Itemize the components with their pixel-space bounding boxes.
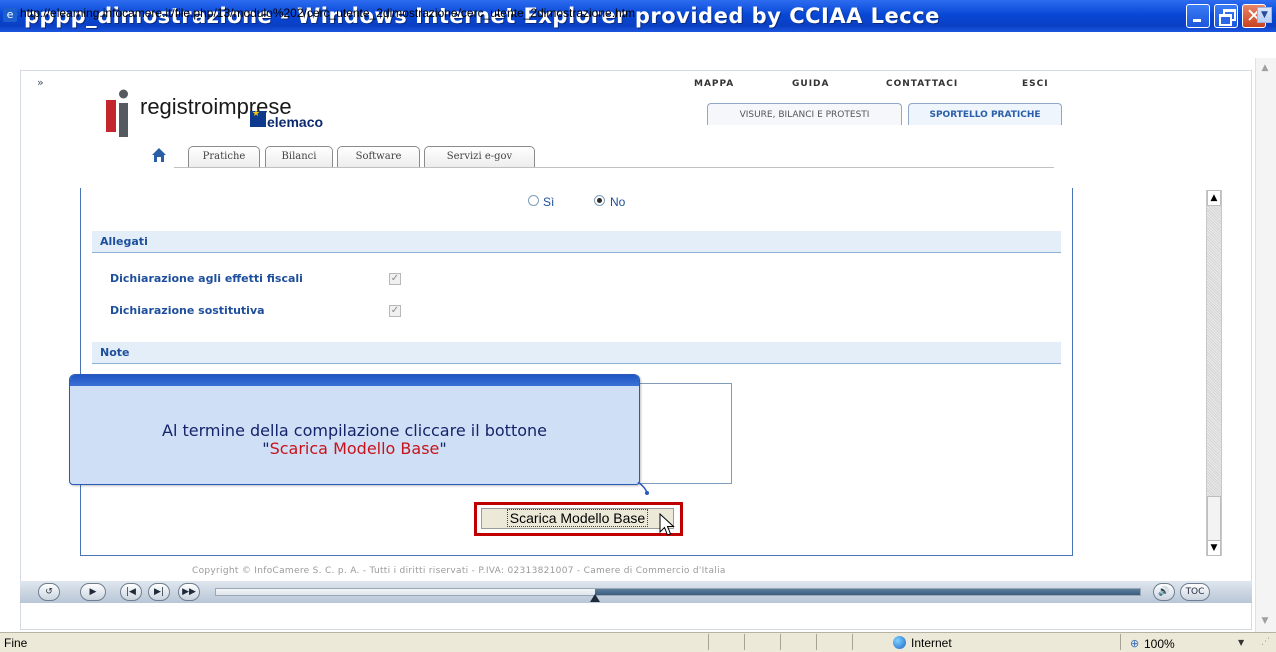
radio-no-label: No <box>610 195 626 209</box>
zoom-dropdown-icon[interactable]: ▼ <box>1238 638 1244 647</box>
security-zone-text: Internet <box>911 636 952 650</box>
callout-header-bar <box>70 375 639 386</box>
browser-scroll-down-button[interactable]: ▼ <box>1256 613 1274 629</box>
section-bar-allegati <box>92 231 1061 253</box>
zoom-level[interactable]: 100% <box>1144 637 1175 651</box>
nav-divider <box>174 167 1054 168</box>
nav-tab-software[interactable]: Software <box>337 146 420 168</box>
progress-played <box>216 589 595 595</box>
browser-scrollbar[interactable] <box>1255 58 1276 632</box>
slide-scroll-up-button[interactable]: ▲ <box>1207 190 1221 206</box>
label-dichiarazione-sostitutiva: Dichiarazione sostitutiva <box>110 304 265 317</box>
address-dropdown-button[interactable]: ▼ <box>1257 7 1272 23</box>
status-bar <box>0 632 1276 652</box>
status-divider <box>852 634 853 650</box>
previous-slide-button[interactable]: |◀ <box>120 583 142 601</box>
maximize-button[interactable] <box>1214 4 1238 28</box>
page-icon: e <box>3 8 17 22</box>
resize-grip-icon[interactable]: ⋰ <box>1261 637 1270 647</box>
label-dichiarazione-fiscali: Dichiarazione agli effetti fiscali <box>110 272 303 285</box>
telemaco-logo-icon: ★ <box>250 109 266 127</box>
slide-scroll-down-button[interactable]: ▼ <box>1207 540 1221 556</box>
toc-button[interactable]: TOC <box>1180 583 1210 601</box>
link-mappa[interactable]: MAPPA <box>694 79 734 89</box>
nav-tab-pratiche[interactable]: Pratiche <box>188 146 260 168</box>
checkbox-dichiarazione-sostitutiva[interactable]: ✓ <box>389 305 401 317</box>
radio-si[interactable] <box>528 195 539 206</box>
progress-remaining <box>595 589 1140 595</box>
play-button[interactable]: ▶ <box>80 583 106 601</box>
section-title-allegati: Allegati <box>100 235 148 248</box>
status-divider <box>744 634 745 650</box>
link-contattaci[interactable]: CONTATTACI <box>886 79 958 89</box>
callout-text-line2: "Scarica Modello Base" <box>262 439 447 458</box>
tab-sportello-pratiche[interactable]: SPORTELLO PRATICHE <box>908 103 1062 125</box>
replay-button[interactable]: ↺ <box>38 583 60 601</box>
audio-button[interactable]: 🔊 <box>1153 583 1175 601</box>
registroimprese-logo-icon <box>106 89 128 137</box>
tab-visure[interactable]: VISURE, BILANCI E PROTESTI <box>707 103 902 125</box>
link-esci[interactable]: ESCI <box>1022 79 1049 89</box>
address-bar[interactable] <box>0 32 1276 59</box>
callout-text: Al termine della compilazione cliccare i… <box>162 421 547 440</box>
internet-zone-icon <box>893 636 906 649</box>
forward-button[interactable]: ▶▶ <box>178 583 200 601</box>
sidebar-expand-button[interactable]: » <box>37 76 44 89</box>
status-text: Fine <box>4 636 28 650</box>
mouse-pointer-icon <box>659 513 675 536</box>
link-guida[interactable]: GUIDA <box>792 79 829 89</box>
address-url[interactable]: http://elearning.infocamere.it/file.php/… <box>20 6 635 20</box>
section-title-note: Note <box>100 346 130 359</box>
minimize-button[interactable] <box>1186 4 1210 28</box>
nav-tab-bilanci[interactable]: Bilanci <box>265 146 333 168</box>
slide-scroll-thumb[interactable] <box>1207 496 1221 541</box>
telemaco-logo-text: elemaco <box>267 114 324 130</box>
copyright-text: Copyright © InfoCamere S. C. p. A. - Tut… <box>192 566 726 576</box>
browser-scroll-up-button[interactable]: ▲ <box>1256 60 1274 76</box>
progress-marker-icon[interactable] <box>590 594 600 602</box>
status-divider <box>816 634 817 650</box>
status-divider <box>780 634 781 650</box>
checkbox-dichiarazione-fiscali[interactable]: ✓ <box>389 273 401 285</box>
radio-no[interactable] <box>594 195 605 206</box>
callout-pointer-icon <box>637 482 649 495</box>
next-slide-button[interactable]: ▶| <box>148 583 170 601</box>
callout-highlight: Scarica Modello Base <box>269 439 440 458</box>
home-icon[interactable] <box>151 147 167 163</box>
status-divider <box>1120 634 1121 650</box>
scarica-modello-base-button[interactable]: Scarica Modello Base <box>481 508 674 529</box>
section-bar-note <box>92 342 1061 364</box>
status-divider <box>708 634 709 650</box>
radio-si-label: Sì <box>543 195 555 209</box>
zoom-icon[interactable]: ⊕ <box>1130 637 1139 650</box>
nav-tab-servizi-egov[interactable]: Servizi e-gov <box>424 146 535 168</box>
